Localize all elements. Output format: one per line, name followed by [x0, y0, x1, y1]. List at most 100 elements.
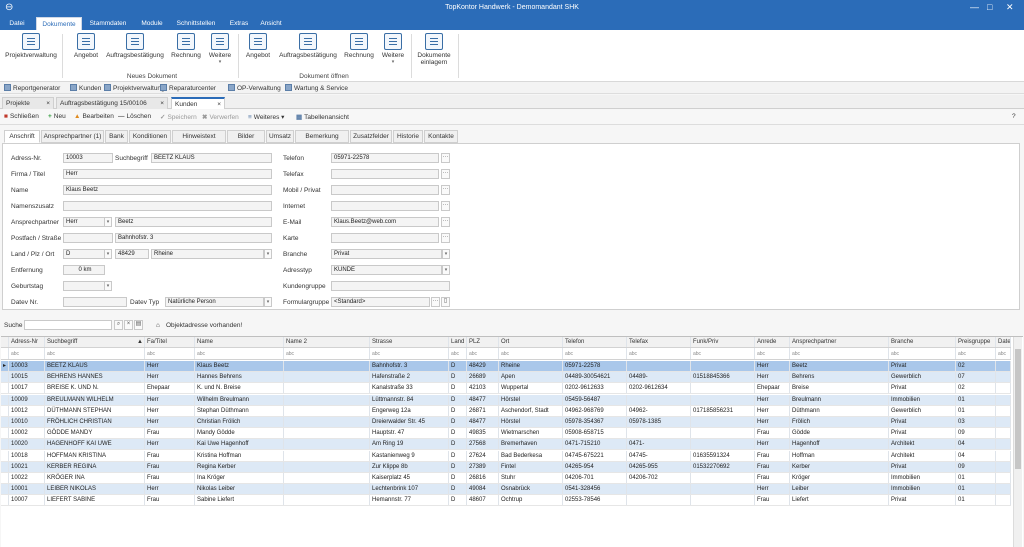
chevron-down-icon[interactable]: ▾ — [104, 249, 112, 259]
table-row[interactable]: 10010 FRÖHLICH CHRISTIAN Herr Christian Frö… — [1, 417, 1011, 428]
new-rechnung-button[interactable]: Rechnung — [169, 33, 203, 59]
kundengruppe-field[interactable] — [331, 281, 450, 291]
adresstyp-select[interactable]: KUNDE — [331, 265, 442, 275]
quick-wartung-service[interactable]: Wartung & Service — [285, 84, 348, 92]
doc-tab-auftragsbestaetigung[interactable]: Auftragsbestätigung 15/00106 × — [56, 97, 168, 109]
column-filter-input[interactable]: abc — [889, 348, 956, 359]
column-header[interactable]: Telefon — [563, 337, 627, 347]
table-row[interactable]: 10022 KRÖGER INA Frau Ina Kröger Kaiserplatz… — [1, 473, 1011, 484]
ribbon-tab-datei[interactable]: Datei — [4, 17, 30, 30]
close-record-button[interactable]: ■ Schließen — [4, 113, 39, 120]
quick-projektverwaltung[interactable]: Projektverwaltung — [104, 84, 165, 92]
mobil-field[interactable] — [331, 185, 439, 195]
ribbon-tab-ansicht[interactable]: Ansicht — [256, 17, 286, 30]
close-icon[interactable]: × — [217, 99, 221, 110]
form-tab-historie[interactable]: Historie — [393, 130, 423, 143]
anrede-select[interactable]: Herr — [63, 217, 105, 227]
datev-field[interactable] — [63, 297, 127, 307]
column-filter-input[interactable]: abc — [45, 348, 145, 359]
namenszusatz-field[interactable] — [63, 201, 272, 211]
column-header[interactable]: Ansprechpartner — [790, 337, 889, 347]
chevron-down-icon[interactable]: ▾ — [442, 249, 450, 259]
geburtstag-field[interactable] — [63, 281, 105, 291]
quick-reportgenerator[interactable]: Reportgenerator — [4, 84, 60, 92]
doc-tab-kunden[interactable]: Kunden × — [171, 97, 225, 109]
table-view-button[interactable]: ▦ Tabellenansicht — [296, 113, 349, 121]
form-tab-bemerkung[interactable]: Bemerkung — [295, 130, 349, 143]
dokumente-einlagern-button[interactable]: Dokumente einlagern — [414, 33, 454, 66]
edit-button[interactable]: ▲ Bearbeiten — [74, 113, 114, 120]
chevron-down-icon[interactable]: ▾ — [264, 249, 272, 259]
column-filter-input[interactable]: abc — [467, 348, 499, 359]
table-row[interactable]: 10001 LEIBER NIKOLAS Herr Nikolas Leiber Lec… — [1, 484, 1011, 496]
vertical-scrollbar[interactable] — [1013, 337, 1022, 547]
form-tab-kontakte[interactable]: Kontakte — [424, 130, 458, 143]
trash-icon[interactable]: ▯ — [441, 297, 450, 307]
column-filter-input[interactable]: abc — [195, 348, 284, 359]
firma-field[interactable]: Herr — [63, 169, 272, 179]
column-filter-input[interactable]: abc — [956, 348, 996, 359]
ribbon-tab-stammdaten[interactable]: Stammdaten — [86, 17, 130, 30]
discard-button[interactable]: ✖ Verwerfen — [202, 113, 239, 121]
column-header[interactable]: Name — [195, 337, 284, 347]
quick-reparaturcenter[interactable]: Reparaturcenter — [160, 84, 216, 92]
ribbon-tab-schnittstellen[interactable]: Schnittstellen — [172, 17, 220, 30]
clear-search-icon[interactable]: × — [124, 320, 133, 330]
branche-select[interactable]: Privat — [331, 249, 442, 259]
column-filter-input[interactable]: abc — [284, 348, 370, 359]
form-tab-bilder[interactable]: Bilder — [227, 130, 265, 143]
projektverwaltung-button[interactable]: Projektverwaltung — [4, 33, 58, 59]
table-row[interactable]: 10012 DÜTHMANN STEPHAN Herr Stephan Düthman… — [1, 405, 1011, 417]
column-header[interactable]: Land — [449, 337, 467, 347]
doc-tab-projekte[interactable]: Projekte × — [2, 97, 54, 109]
form-tab-umsatz[interactable]: Umsatz — [266, 130, 294, 143]
table-row[interactable]: 10017 BREISE K. UND N. Ehepaar K. und N. Br… — [1, 383, 1011, 395]
scrollbar-thumb[interactable] — [1015, 349, 1021, 469]
column-header[interactable]: Suchbegriff — [45, 337, 145, 347]
column-header[interactable]: Anrede — [755, 337, 790, 347]
adress-nr-field[interactable]: 10003 — [63, 153, 113, 163]
internet-field[interactable] — [331, 201, 439, 211]
chevron-down-icon[interactable]: ▾ — [264, 297, 272, 307]
column-filter-input[interactable]: abc — [627, 348, 691, 359]
close-icon[interactable]: × — [160, 98, 164, 109]
maximize-icon[interactable]: □ — [987, 2, 992, 12]
delete-button[interactable]: — Löschen — [118, 113, 151, 120]
column-header[interactable]: Preisgruppe — [956, 337, 996, 347]
chevron-down-icon[interactable]: ▾ — [104, 281, 112, 291]
table-row[interactable]: 10002 GÖDDE MANDY Frau Mandy Gödde Hauptstr.… — [1, 428, 1011, 440]
column-header[interactable]: Funk/Priv — [691, 337, 755, 347]
column-header[interactable]: Name 2 — [284, 337, 370, 347]
close-icon[interactable]: × — [46, 98, 50, 109]
chevron-down-icon[interactable]: ▾ — [104, 217, 112, 227]
search-icon[interactable]: ⌕ — [114, 320, 123, 330]
form-tab-hinweistext[interactable]: Hinweistext — [172, 130, 226, 143]
column-header[interactable]: Datev — [996, 337, 1011, 347]
column-header[interactable]: Telefax — [627, 337, 691, 347]
telefon-more-button[interactable]: ··· — [441, 153, 450, 163]
telefax-more-button[interactable]: ··· — [441, 169, 450, 179]
ribbon-tab-module[interactable]: Module — [136, 17, 168, 30]
postfach-field[interactable] — [63, 233, 113, 243]
open-weitere-button[interactable]: Weitere ▾ — [378, 33, 408, 65]
ribbon-tab-extras[interactable]: Extras — [224, 17, 254, 30]
plz-field[interactable]: 48429 — [115, 249, 149, 259]
column-filter-input[interactable]: abc — [996, 348, 1011, 359]
column-header[interactable]: Strasse — [370, 337, 449, 347]
column-header[interactable]: Ort — [499, 337, 563, 347]
table-row[interactable]: 10018 HOFFMAN KRISTINA Frau Kristina Hoffma… — [1, 450, 1011, 462]
column-filter-input[interactable]: abc — [790, 348, 889, 359]
column-filter-input[interactable]: abc — [563, 348, 627, 359]
form-tab-ansprechpartner[interactable]: Ansprechpartner (1) — [41, 130, 104, 143]
open-angebot-button[interactable]: Angebot — [242, 33, 274, 59]
new-weitere-button[interactable]: Weitere ▾ — [205, 33, 235, 65]
column-filter-input[interactable]: abc — [9, 348, 45, 359]
karte-more-button[interactable]: ··· — [441, 233, 450, 243]
table-row[interactable]: 10009 BREULMANN WILHELM Herr Wilhelm Breulm… — [1, 394, 1011, 406]
form-tab-konditionen[interactable]: Konditionen — [129, 130, 171, 143]
column-filter-input[interactable]: abc — [691, 348, 755, 359]
save-button[interactable]: ✓ Speichern — [160, 113, 197, 121]
karte-field[interactable] — [331, 233, 439, 243]
chevron-down-icon[interactable]: ▾ — [442, 265, 450, 275]
ribbon-tab-dokumente[interactable]: Dokumente — [36, 17, 82, 30]
